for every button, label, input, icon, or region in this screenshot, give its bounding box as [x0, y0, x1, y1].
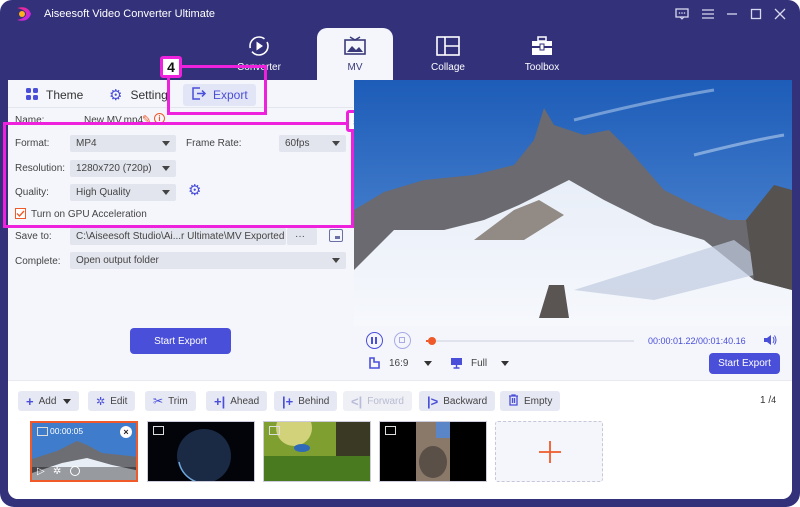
tab-setting-label: Setting: [130, 88, 168, 102]
clip-effect-icon[interactable]: ✲: [53, 466, 61, 477]
app-logo-icon: [14, 5, 34, 23]
aspect-dropdown-icon[interactable]: [424, 361, 432, 366]
timeline-clip[interactable]: [263, 421, 371, 482]
maximize-icon[interactable]: [746, 5, 766, 23]
nav-mv-label: MV: [347, 62, 363, 73]
scissors-icon: ✂: [153, 394, 164, 408]
stop-button[interactable]: [394, 332, 411, 349]
volume-icon[interactable]: [763, 334, 777, 349]
title-bar: Aiseesoft Video Converter Ultimate: [0, 0, 800, 28]
empty-button[interactable]: Empty: [500, 391, 561, 411]
video-type-icon: [385, 426, 396, 435]
nav-mv[interactable]: MV: [317, 28, 393, 80]
player-start-export-button[interactable]: Start Export: [709, 353, 780, 374]
browse-button[interactable]: ···: [287, 228, 317, 245]
video-type-icon: [153, 426, 164, 435]
mv-content: Theme ⚙ Setting Export Name: New MV.mp4 …: [3, 56, 792, 499]
tab-theme-label: Theme: [46, 88, 84, 102]
plus-icon: [539, 441, 561, 463]
backward-button[interactable]: |> Backward: [419, 391, 496, 411]
progress-handle[interactable]: [428, 337, 437, 345]
pause-button[interactable]: [366, 332, 383, 349]
insert-ahead-icon: +|: [214, 393, 226, 409]
play-clip-icon[interactable]: ▷: [37, 466, 45, 477]
complete-value: Open output folder: [76, 255, 159, 266]
time-display: 00:00:01.22/00:01:40.16: [648, 336, 746, 346]
move-forward-icon: <|: [351, 393, 363, 409]
clip-thumbnail-earth: [148, 422, 254, 481]
timeline: 00:00:05 × ▷ ✲: [8, 420, 792, 499]
edit-button[interactable]: ✲ Edit: [88, 391, 136, 411]
clip-thumbnail-dog: [380, 422, 486, 481]
save-to-value: C:\Aiseesoft Studio\Ai...r Ultimate\MV E…: [76, 231, 285, 242]
insert-behind-icon: |+: [282, 393, 294, 409]
step5-highlight: [3, 122, 354, 228]
save-to-field[interactable]: C:\Aiseesoft Studio\Ai...r Ultimate\MV E…: [70, 228, 286, 245]
nav-collage[interactable]: Collage: [410, 28, 486, 80]
save-to-label: Save to:: [15, 231, 52, 242]
app-title: Aiseesoft Video Converter Ultimate: [44, 8, 215, 20]
edit-toolbar: + Add ✲ Edit ✂ Trim +| Ahead |+ Behind <…: [8, 380, 792, 420]
menu-icon[interactable]: [698, 5, 718, 23]
display-icon: [450, 357, 463, 372]
ahead-button[interactable]: +| Ahead: [206, 391, 268, 411]
trash-icon: [508, 393, 519, 409]
minimize-icon[interactable]: [722, 5, 742, 23]
aspect-ratio-value[interactable]: 16:9: [389, 358, 408, 369]
nav-collage-label: Collage: [431, 62, 465, 73]
close-icon[interactable]: [770, 5, 790, 23]
chevron-down-icon: [332, 258, 340, 263]
step4-highlight: [167, 65, 267, 115]
clip-duration: 00:00:05: [50, 426, 84, 436]
app-window: Aiseesoft Video Converter Ultimate Conve…: [0, 0, 800, 507]
video-preview[interactable]: [354, 80, 792, 326]
trim-button[interactable]: ✂ Trim: [145, 391, 196, 411]
complete-label: Complete:: [15, 256, 61, 267]
step4-badge: 4: [160, 56, 182, 78]
timeline-clip[interactable]: [379, 421, 487, 482]
player-controls: 00:00:01.22/00:01:40.16 16:9 Full Start …: [354, 326, 792, 380]
toolbox-icon: [531, 34, 553, 58]
timeline-clip[interactable]: [147, 421, 255, 482]
view-mode-value[interactable]: Full: [471, 358, 487, 369]
timeline-clip[interactable]: 00:00:05 × ▷ ✲: [30, 421, 138, 482]
plus-icon: +: [26, 393, 34, 409]
converter-icon: [248, 34, 270, 58]
view-dropdown-icon[interactable]: [501, 361, 509, 366]
open-folder-icon[interactable]: [329, 229, 343, 242]
mv-icon: [344, 34, 366, 58]
remove-clip-icon[interactable]: ×: [120, 426, 132, 438]
complete-select[interactable]: Open output folder: [70, 252, 346, 269]
page-indicator: 1 /4: [760, 395, 777, 406]
tab-theme[interactable]: Theme: [26, 84, 83, 106]
nav-toolbox[interactable]: Toolbox: [504, 28, 580, 80]
move-backward-icon: |>: [427, 393, 439, 409]
forward-button[interactable]: <| Forward: [343, 391, 412, 411]
nav-toolbox-label: Toolbox: [524, 62, 560, 73]
gear-icon: ⚙: [109, 86, 123, 104]
image-type-icon: [269, 426, 280, 435]
chevron-down-icon: [63, 398, 72, 404]
image-type-icon: [37, 427, 48, 436]
clip-thumbnail-bird: [264, 422, 370, 481]
clip-duration-icon[interactable]: [70, 466, 80, 476]
theme-icon: [26, 87, 38, 103]
start-export-button[interactable]: Start Export: [130, 328, 231, 354]
tab-setting[interactable]: ⚙ Setting: [109, 84, 168, 106]
add-clip-button[interactable]: [495, 421, 603, 482]
magic-wand-icon: ✲: [96, 395, 106, 408]
feedback-icon[interactable]: [672, 5, 692, 23]
collage-icon: [436, 34, 460, 58]
aspect-ratio-icon: [369, 357, 380, 372]
mountain-preview-image: [354, 80, 792, 326]
behind-button[interactable]: |+ Behind: [274, 391, 338, 411]
add-button[interactable]: + Add: [18, 391, 80, 411]
progress-slider[interactable]: [426, 337, 634, 345]
